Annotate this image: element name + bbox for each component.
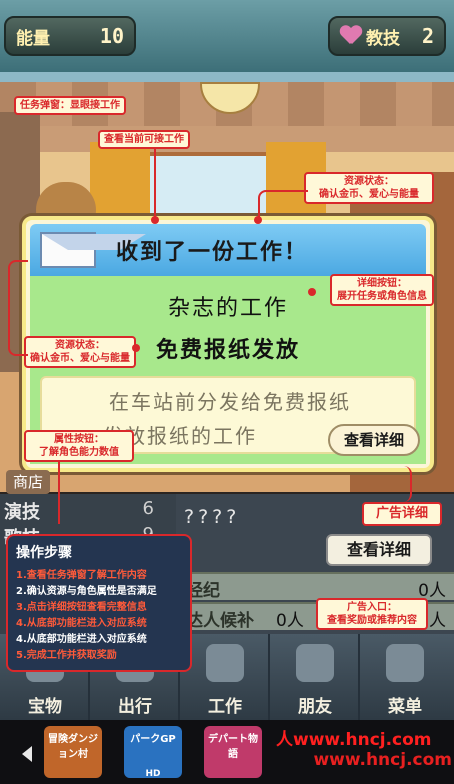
annotation-ad-entry-desc: 查看奖励或推荐内容 bbox=[327, 615, 417, 626]
annotation-resource-left: 资源状态： 确认金币、爱心与能量 bbox=[24, 336, 136, 368]
work-icon bbox=[206, 644, 244, 682]
dialog-header: 收到了一份工作！ bbox=[30, 224, 426, 276]
annotation-popup: 任务弹窗：显眼接工作 bbox=[14, 96, 126, 115]
annotation-connector bbox=[372, 466, 412, 502]
annotation-connector bbox=[154, 148, 156, 220]
nav-item-menu[interactable]: 菜单 bbox=[360, 634, 454, 720]
annotation-dot bbox=[132, 344, 140, 352]
energy-value: 10 bbox=[99, 24, 124, 48]
top-status-bar: 能量 10 教技 2 bbox=[0, 0, 454, 72]
ad-tile-title: パークGP bbox=[130, 734, 176, 745]
heart-icon bbox=[340, 26, 362, 46]
annotation-ad-entry: 广告入口： 查看奖励或推荐内容 bbox=[316, 598, 428, 630]
step-item: 4.从底部功能栏进入对应系统 bbox=[16, 634, 147, 645]
staff-name: 达人候补 bbox=[186, 611, 254, 631]
ad-tile-title: デパート物語 bbox=[208, 734, 258, 760]
annotation-resource-left-desc: 确认金币、爱心与能量 bbox=[30, 353, 130, 364]
skill-value: 2 bbox=[421, 24, 434, 48]
annotation-dot bbox=[308, 288, 316, 296]
unknown-value: ???? bbox=[184, 506, 241, 528]
ad-tile[interactable]: デパート物語 HD bbox=[204, 726, 262, 778]
skill-label: 教技 bbox=[366, 28, 400, 49]
annotation-dot bbox=[151, 216, 159, 224]
annotation-attribute-button: 属性按钮： 了解角色能力数值 bbox=[24, 430, 134, 462]
nav-item-friends[interactable]: 朋友 bbox=[270, 634, 360, 720]
annotation-view-jobs: 查看当前可接工作 bbox=[98, 130, 190, 149]
description-line-1: 在车站前分发给免费报纸 bbox=[109, 390, 351, 414]
annotation-detail-button: 详细按钮： 展开任务或角色信息 bbox=[330, 274, 434, 306]
attribute-value: 6 bbox=[142, 498, 154, 519]
steps-title: 操作步骤 bbox=[16, 545, 72, 561]
site-watermark: 人www.hncj.com www.hncj.com bbox=[276, 730, 452, 770]
energy-counter: 能量 10 bbox=[4, 16, 136, 56]
step-item: 2.确认资源与角色属性是否满足 bbox=[16, 586, 157, 597]
view-detail-button[interactable]: 查看详细 bbox=[328, 424, 420, 456]
watermark-line-2: www.hncj.com bbox=[313, 750, 452, 770]
attribute-row: 演技 6 bbox=[4, 498, 172, 526]
step-item: 3.点击详细按钮查看完整信息 bbox=[16, 602, 147, 613]
step-item: 4.从底部功能栏进入对应系统 bbox=[16, 618, 147, 629]
ad-prev-arrow-icon[interactable] bbox=[22, 746, 32, 762]
menu-icon bbox=[386, 644, 424, 682]
annotation-ad-entry-title: 广告入口： bbox=[347, 602, 397, 613]
staff-row: 经纪 0人 bbox=[176, 572, 454, 601]
step-item: 1.查看任务弹窗了解工作内容 bbox=[16, 570, 147, 581]
nav-label: 宝物 bbox=[28, 697, 62, 717]
ad-tile-badge: HD bbox=[145, 769, 161, 779]
annotation-connector bbox=[8, 260, 28, 356]
attribute-label: 演技 bbox=[4, 502, 40, 523]
annotation-attribute-desc: 了解角色能力数值 bbox=[39, 447, 119, 458]
nav-label: 菜单 bbox=[388, 697, 422, 717]
nav-label: 出行 bbox=[118, 697, 152, 717]
friends-icon bbox=[296, 644, 334, 682]
nav-label: 朋友 bbox=[298, 697, 332, 717]
ad-tile[interactable]: パークGP HD bbox=[124, 726, 182, 779]
dialog-title: 收到了一份工作！ bbox=[116, 240, 309, 265]
annotation-resource-top: 资源状态： 确认金币、爱心与能量 bbox=[304, 172, 434, 204]
annotation-resource-top-title: 资源状态： bbox=[344, 176, 394, 187]
envelope-icon bbox=[40, 232, 146, 268]
skill-counter: 教技 2 bbox=[328, 16, 446, 56]
nav-label: 工作 bbox=[208, 697, 242, 717]
annotation-connector bbox=[258, 190, 308, 220]
staff-count-left: 0人 bbox=[276, 611, 304, 631]
annotation-detail-title: 详细按钮： bbox=[357, 278, 407, 289]
operation-steps-panel: 操作步骤 1.查看任务弹窗了解工作内容 2.确认资源与角色属性是否满足 3.点击… bbox=[6, 534, 192, 672]
energy-label: 能量 bbox=[16, 28, 50, 49]
step-item: 5.完成工作并获取奖励 bbox=[16, 650, 117, 661]
annotation-ad-detail: 广告详细 bbox=[362, 502, 442, 526]
annotation-attribute-title: 属性按钮： bbox=[54, 434, 104, 445]
annotation-detail-desc: 展开任务或角色信息 bbox=[337, 291, 427, 302]
shop-button[interactable]: 商店 bbox=[6, 470, 50, 494]
ad-tile-title: 冒険ダンジョン村 bbox=[48, 734, 98, 760]
ad-tile[interactable]: 冒険ダンジョン村 HD bbox=[44, 726, 102, 778]
watermark-line-1: 人www.hncj.com bbox=[276, 730, 432, 750]
annotation-resource-left-title: 资源状态： bbox=[55, 340, 105, 351]
annotation-dot bbox=[254, 216, 262, 224]
nav-item-work[interactable]: 工作 bbox=[180, 634, 270, 720]
annotation-resource-top-desc: 确认金币、爱心与能量 bbox=[319, 189, 419, 200]
view-detail-button-secondary[interactable]: 查看详细 bbox=[326, 534, 432, 566]
annotation-connector bbox=[58, 460, 60, 524]
